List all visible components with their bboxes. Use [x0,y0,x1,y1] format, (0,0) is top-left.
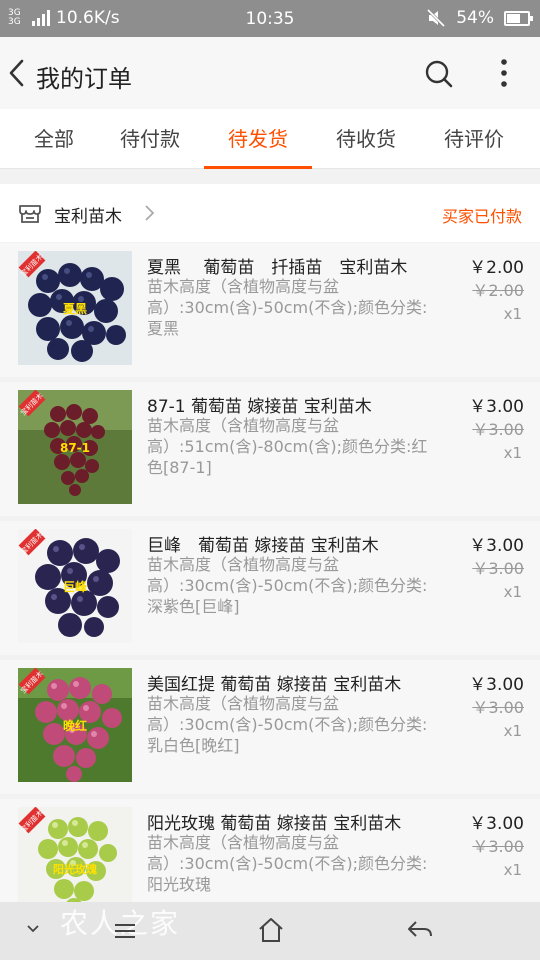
back-icon[interactable] [406,918,434,942]
product-price: ￥3.00 [469,675,524,695]
quantity: x1 [503,722,522,740]
product-title[interactable]: 阳光玫瑰 葡萄苗 嫁接苗 宝利苗木 [147,809,447,834]
chevron-down-icon[interactable] [24,922,42,936]
thumb-label: 夏黑 [63,302,87,316]
product-title[interactable]: 巨峰 葡萄苗 嫁接苗 宝利苗木 [147,531,447,556]
order-tabs: 全部 待付款 待发货 待收货 待评价 [0,109,540,169]
product-price: ￥3.00 [469,536,524,556]
search-icon[interactable] [424,59,454,89]
battery-icon [504,10,533,26]
product-title[interactable]: 87-1 葡萄苗 嫁接苗 宝利苗木 [147,392,447,417]
product-thumbnail[interactable]: 宝利苗木 87-1 [18,390,132,504]
home-icon[interactable] [257,916,285,944]
original-price: ￥3.00 [472,698,524,717]
mute-icon [427,8,446,28]
tab-pending-receipt[interactable]: 待收货 [312,109,420,169]
product-title[interactable]: 夏黑 葡萄苗 扦插苗 宝利苗木 [147,253,447,278]
more-options-icon[interactable] [492,57,516,89]
quantity: x1 [503,444,522,462]
quantity: x1 [503,583,522,601]
product-price: ￥3.00 [469,397,524,417]
shop-row[interactable]: 宝利苗木 买家已付款 [0,184,540,242]
chevron-right-icon [145,205,155,221]
thumb-label: 87-1 [60,441,90,455]
product-spec: 苗木高度（含植物高度与盆高）:30cm(含)-50cm(不含);颜色分类:阳光玫… [147,833,428,894]
quantity: x1 [503,305,522,323]
original-price: ￥3.00 [472,559,524,578]
system-nav-bar: 农人之家 [0,902,540,960]
battery-percent: 54% [456,8,494,28]
order-item[interactable]: 宝利苗木 巨峰 巨峰 葡萄苗 嫁接苗 宝利苗木 苗木高度（含植物高度与盆高）:3… [0,521,540,655]
product-thumbnail[interactable]: 宝利苗木 巨峰 [18,529,132,643]
tab-pending-review[interactable]: 待评价 [420,109,528,169]
thumb-label: 阳光玫瑰 [53,862,97,876]
tab-all[interactable]: 全部 [0,109,108,169]
store-icon [19,205,41,223]
order-item[interactable]: 宝利苗木 夏黑 夏黑 葡萄苗 扦插苗 宝利苗木 苗木高度（含植物高度与盆高）:3… [0,243,540,377]
product-thumbnail[interactable]: 宝利苗木 晚红 [18,668,132,782]
original-price: ￥2.00 [472,281,524,300]
menu-icon[interactable] [112,920,138,942]
page-title: 我的订单 [36,65,132,93]
product-price: ￥2.00 [469,258,524,278]
product-title[interactable]: 美国红提 葡萄苗 嫁接苗 宝利苗木 [147,670,447,695]
quantity: x1 [503,861,522,879]
tab-pending-shipment[interactable]: 待发货 [204,109,312,169]
back-arrow-icon[interactable] [6,57,30,89]
product-spec: 苗木高度（含植物高度与盆高）:51cm(含)-80cm(含);颜色分类:红色[8… [147,416,428,477]
order-item[interactable]: 宝利苗木 87-1 87-1 葡萄苗 嫁接苗 宝利苗木 苗木高度（含植物高度与盆… [0,382,540,516]
product-thumbnail[interactable]: 宝利苗木 夏黑 [18,251,132,365]
original-price: ￥3.00 [472,420,524,439]
thumb-label: 巨峰 [63,579,88,594]
product-spec: 苗木高度（含植物高度与盆高）:30cm(含)-50cm(不含);颜色分类:深紫色… [147,555,428,616]
thumb-label: 晚红 [63,718,87,733]
original-price: ￥3.00 [472,837,524,856]
product-spec: 苗木高度（含植物高度与盆高）:30cm(含)-50cm(不含);颜色分类:乳白色… [147,694,428,755]
order-item[interactable]: 宝利苗木 晚红 美国红提 葡萄苗 嫁接苗 宝利苗木 苗木高度（含植物高度与盆高）… [0,660,540,794]
tab-pending-payment[interactable]: 待付款 [96,109,204,169]
app-header: 我的订单 [0,37,540,109]
shop-name[interactable]: 宝利苗木 [54,202,122,227]
order-status: 买家已付款 [441,207,522,226]
status-bar: 3G 3G 10.6K/s 10:35 54% [0,0,540,37]
product-spec: 苗木高度（含植物高度与盆高）:30cm(含)-50cm(不含);颜色分类:夏黑 [147,277,428,338]
product-price: ￥3.00 [469,814,524,834]
